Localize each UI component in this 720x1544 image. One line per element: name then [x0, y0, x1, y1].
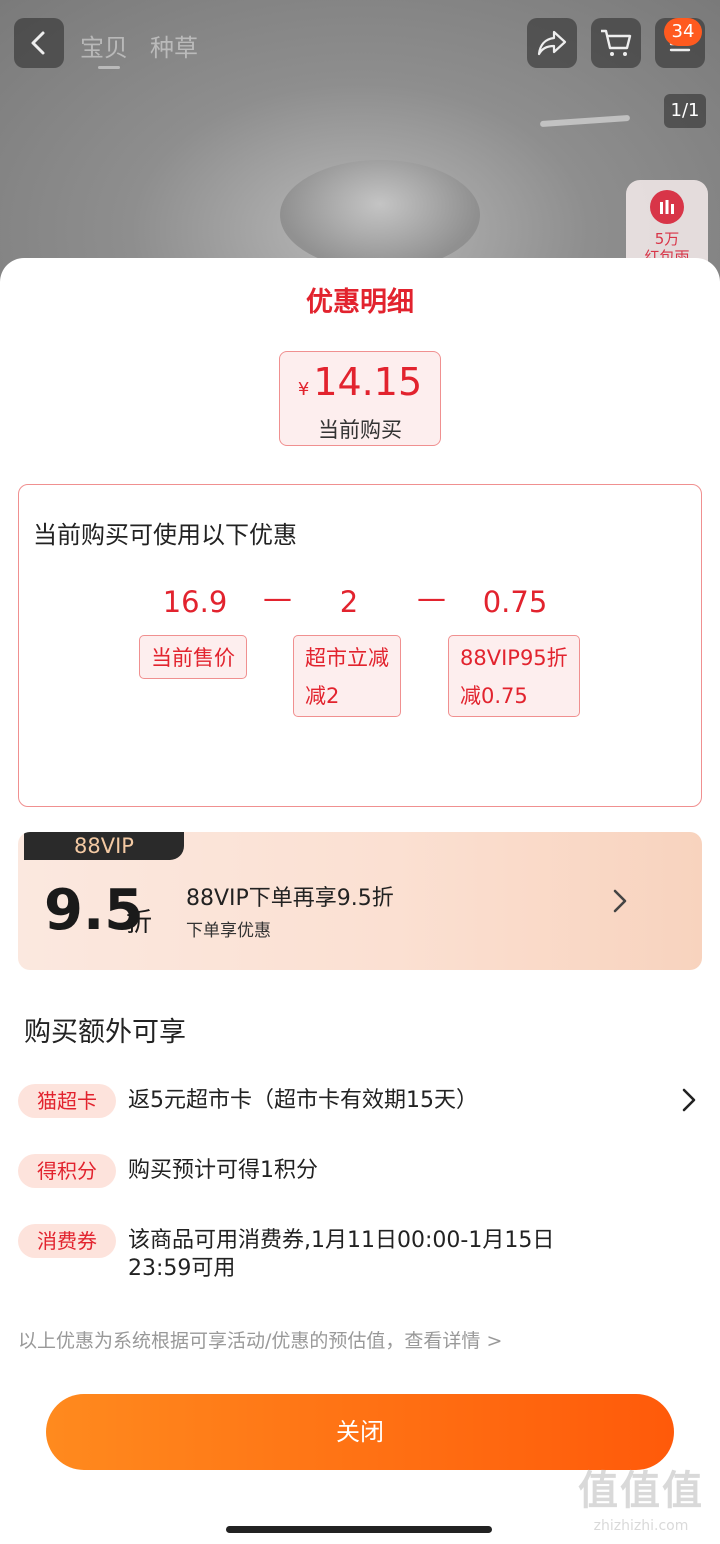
vip-discount-unit: 折	[126, 908, 153, 938]
back-button[interactable]	[14, 18, 64, 68]
perk-text: 该商品可用消费券,1月11日00:00-1月15日23:59可用	[128, 1228, 555, 1281]
tag-line: 减2	[305, 684, 340, 708]
discount-breakdown-panel: 当前购买可使用以下优惠 16.9 — 2 — 0.75 当前售价 超市立减 减2…	[18, 484, 702, 807]
tag-line: 减0.75	[460, 684, 528, 708]
watermark-url: zhizhizhi.com	[593, 1518, 689, 1534]
tag-line: 88VIP95折	[460, 646, 568, 670]
sheet-title: 优惠明细	[306, 287, 414, 318]
site-watermark: 值值值 zhizhizhi.com	[566, 1458, 716, 1538]
share-button[interactable]	[527, 18, 577, 68]
chevron-right-icon	[682, 1088, 696, 1112]
perk-tag: 消费券	[18, 1224, 116, 1258]
vip-promo-title: 88VIP下单再享9.5折	[186, 886, 394, 911]
vip-badge: 88VIP	[24, 832, 184, 860]
discount-detail-sheet: 优惠明细 ¥14.15 当前购买 当前购买可使用以下优惠 16.9 — 2 — …	[0, 258, 720, 1544]
cart-button[interactable]	[591, 18, 641, 68]
watermark-logo: 值值值	[578, 1468, 704, 1514]
chevron-left-icon	[31, 31, 45, 55]
tag-line: 当前售价	[151, 646, 235, 670]
tag-market-discount: 超市立减 减2	[293, 635, 401, 717]
tag-current-price: 当前售价	[139, 635, 247, 679]
bar-chart-icon	[650, 190, 684, 224]
minus-operator: —	[263, 581, 292, 615]
original-price-value: 16.9	[162, 585, 228, 619]
vip-discount-value: 0.75	[482, 585, 548, 619]
image-pager: 1/1	[664, 94, 706, 128]
perk-text: 返5元超市卡（超市卡有效期15天）	[128, 1088, 478, 1113]
perk-tag: 得积分	[18, 1154, 116, 1188]
currency-symbol: ¥	[297, 379, 310, 400]
market-discount-value: 2	[339, 585, 359, 619]
extras-heading: 购买额外可享	[24, 1017, 186, 1048]
vip-promo-banner[interactable]: 88VIP 9.5 折 88VIP下单再享9.5折 下单享优惠	[18, 832, 702, 970]
product-image-detail	[539, 114, 631, 128]
perk-row-points: 得积分 购买预计可得1积分	[18, 1154, 702, 1190]
tag-line: 超市立减	[305, 646, 389, 670]
tab-baobei[interactable]: 宝贝	[80, 28, 128, 63]
chevron-right-icon	[613, 889, 627, 913]
vip-promo-subtitle: 下单享优惠	[186, 921, 271, 941]
estimate-footnote-link[interactable]: 以上优惠为系统根据可享活动/优惠的预估值，查看详情 >	[18, 1326, 502, 1353]
current-price-box: ¥14.15 当前购买	[279, 351, 441, 446]
tag-vip-discount: 88VIP95折 减0.75	[448, 635, 580, 717]
share-icon	[537, 30, 567, 56]
perk-row-mao-card[interactable]: 猫超卡 返5元超市卡（超市卡有效期15天）	[18, 1084, 702, 1120]
price-amount: 14.15	[313, 360, 423, 404]
cart-count-badge: 34	[664, 18, 702, 46]
perk-tag: 猫超卡	[18, 1084, 116, 1118]
cart-icon	[601, 29, 632, 56]
home-indicator	[226, 1526, 492, 1533]
tab-active-indicator	[98, 66, 120, 69]
current-price: ¥14.15	[280, 360, 440, 412]
product-bowl-image	[280, 160, 480, 270]
minus-operator: —	[417, 581, 446, 615]
current-price-label: 当前购买	[318, 418, 402, 442]
breakdown-heading: 当前购买可使用以下优惠	[33, 521, 297, 549]
perk-text: 购买预计可得1积分	[128, 1158, 318, 1183]
tab-zhongcao[interactable]: 种草	[150, 28, 198, 63]
perk-row-coupon: 消费券 该商品可用消费券,1月11日00:00-1月15日23:59可用	[18, 1224, 702, 1288]
